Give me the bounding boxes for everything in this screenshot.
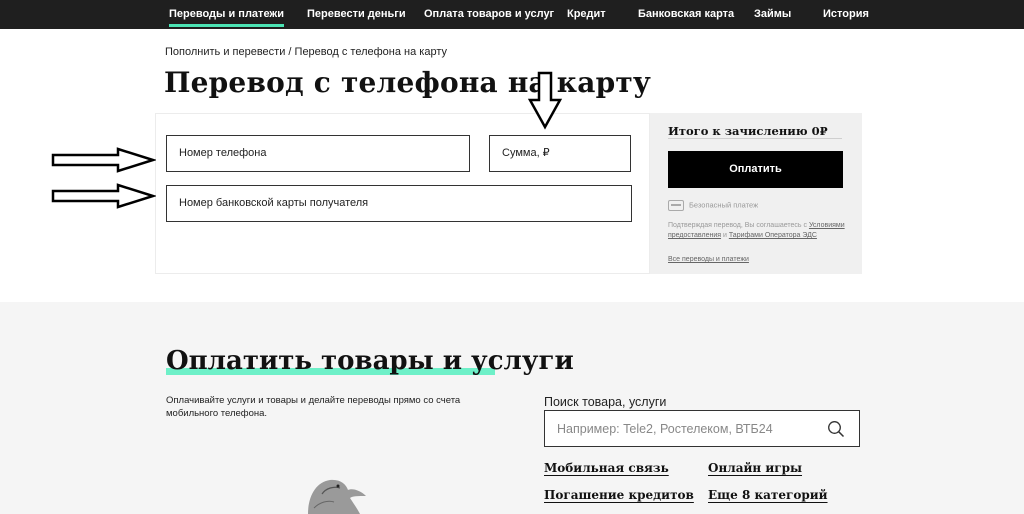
nav-item-pay-goods-services[interactable]: Оплата товаров и услуг (424, 0, 554, 29)
services-title: Оплатить товары и услуги (166, 346, 574, 376)
breadcrumb-separator: / (285, 46, 295, 58)
services-section: Оплатить товары и услуги Оплачивайте усл… (0, 302, 1024, 514)
down-arrow-icon (527, 71, 563, 130)
category-online-games-link[interactable]: Онлайн игры (708, 461, 802, 475)
nav-item-transfers-payments[interactable]: Переводы и платежи (169, 0, 284, 29)
terms-text: Подтверждая перевод, Вы соглашаетесь с У… (668, 221, 846, 241)
search-label: Поиск товара, услуги (544, 395, 667, 409)
nav-item-history[interactable]: История (823, 0, 869, 29)
divider (668, 138, 842, 139)
terms-prefix: Подтверждая перевод, Вы соглашаетесь с (668, 222, 809, 229)
secure-payment-text: Безопасный платеж (689, 200, 759, 210)
search-icon[interactable] (827, 420, 845, 438)
card-number-field[interactable]: Номер банковской карты получателя (166, 185, 632, 222)
payment-summary-panel: Итого к зачислению 0₽ Оплатить Безопасны… (650, 113, 862, 274)
card-lock-icon (668, 200, 684, 211)
search-box (544, 410, 860, 447)
terms-tariffs-link[interactable]: Тарифами Оператора ЭДС (729, 232, 817, 239)
breadcrumb: Пополнить и перевести / Перевод с телефо… (165, 46, 447, 58)
secure-payment-row: Безопасный платеж (668, 200, 758, 211)
breadcrumb-current: Перевод с телефона на карту (294, 46, 447, 58)
category-loan-repayment-link[interactable]: Погашение кредитов (544, 488, 694, 502)
amount-field[interactable]: Сумма, ₽ (489, 135, 631, 172)
phone-number-field[interactable]: Номер телефона (166, 135, 470, 172)
nav-item-loans[interactable]: Займы (754, 0, 791, 29)
right-arrow-icon (51, 147, 156, 173)
pay-button[interactable]: Оплатить (668, 151, 843, 188)
terms-and: и (721, 232, 729, 239)
nav-item-send-money[interactable]: Перевести деньги (307, 0, 406, 29)
transfer-form-panel: Номер телефона Сумма, ₽ Номер банковской… (155, 113, 650, 274)
page-title: Перевод с телефона на карту (164, 66, 652, 99)
nav-item-bank-card[interactable]: Банковская карта (638, 0, 734, 29)
total-label: Итого к зачислению 0₽ (668, 124, 828, 138)
right-arrow-icon (51, 183, 156, 209)
all-transfers-link[interactable]: Все переводы и платежи (668, 256, 749, 263)
category-mobile-link[interactable]: Мобильная связь (544, 461, 669, 475)
duck-illustration (308, 479, 366, 514)
nav-item-credit[interactable]: Кредит (567, 0, 606, 29)
breadcrumb-parent-link[interactable]: Пополнить и перевести (165, 46, 285, 58)
services-description: Оплачивайте услуги и товары и делайте пе… (166, 395, 461, 419)
top-navigation: Переводы и платежи Перевести деньги Опла… (0, 0, 1024, 29)
more-categories-link[interactable]: Еще 8 категорий (708, 488, 828, 502)
search-input[interactable] (557, 411, 817, 446)
